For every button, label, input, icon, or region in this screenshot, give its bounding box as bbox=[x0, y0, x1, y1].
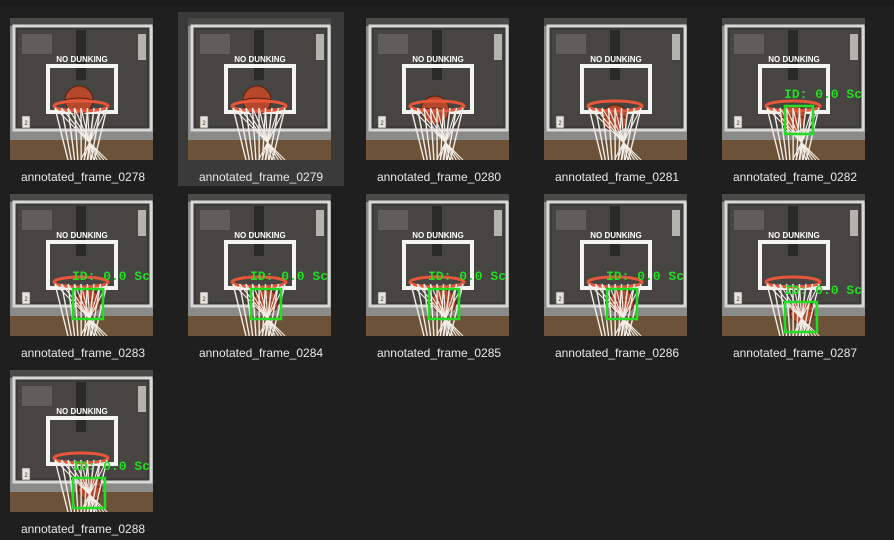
detection-label: ID: 0.0 Sc bbox=[606, 269, 684, 284]
file-name-label: annotated_frame_0285 bbox=[376, 346, 502, 360]
file-thumbnail[interactable]: NO DUNKING 2 ID: 0.0 Sc bbox=[722, 18, 865, 160]
backboard-text: NO DUNKING bbox=[768, 231, 820, 240]
file-item[interactable]: NO DUNKING 2 annotated_frame_0278 bbox=[0, 12, 166, 186]
file-name-label: annotated_frame_0288 bbox=[20, 522, 146, 536]
file-name-label: annotated_frame_0283 bbox=[20, 346, 146, 360]
thumbnail-image: NO DUNKING2 bbox=[366, 18, 509, 160]
thumbnail-image: NO DUNKING2ID: 0.0 Sc bbox=[544, 194, 687, 336]
file-item[interactable]: NO DUNKING 2 ID: 0.0 Sc annotated_frame_028… bbox=[712, 188, 878, 362]
file-name-label: annotated_frame_0287 bbox=[732, 346, 858, 360]
backboard-text: NO DUNKING bbox=[234, 231, 286, 240]
file-item[interactable]: NO DUNKING 2 ID: 0.0 Sc annotated_frame_028… bbox=[0, 364, 166, 538]
backboard-text: NO DUNKING bbox=[56, 231, 108, 240]
detection-label: ID: 0.0 Sc bbox=[784, 283, 862, 298]
file-thumbnail[interactable]: NO DUNKING 2 ID: 0.0 Sc bbox=[366, 194, 509, 336]
file-item[interactable]: NO DUNKING 2 ID: 0.0 Sc annotated_frame_028… bbox=[356, 188, 522, 362]
detection-label: ID: 0.0 Sc bbox=[72, 269, 150, 284]
thumbnail-image: NO DUNKING2 bbox=[188, 18, 331, 160]
backboard-text: NO DUNKING bbox=[590, 231, 642, 240]
backboard-text: NO DUNKING bbox=[56, 407, 108, 416]
file-thumbnail[interactable]: NO DUNKING 2 ID: 0.0 Sc bbox=[722, 194, 865, 336]
thumbnail-image: NO DUNKING2 bbox=[544, 18, 687, 160]
backboard-text: NO DUNKING bbox=[768, 55, 820, 64]
file-item[interactable]: NO DUNKING 2 ID: 0.0 Sc annotated_frame_028… bbox=[178, 188, 344, 362]
file-item[interactable]: NO DUNKING 2 ID: 0.0 Sc annotated_frame_028… bbox=[534, 188, 700, 362]
thumbnail-image: NO DUNKING2 bbox=[10, 18, 153, 160]
file-thumbnail[interactable]: NO DUNKING 2 bbox=[366, 18, 509, 160]
file-item[interactable]: NO DUNKING 2 annotated_frame_0280 bbox=[356, 12, 522, 186]
file-name-label: annotated_frame_0281 bbox=[554, 170, 680, 184]
detection-label: ID: 0.0 Sc bbox=[428, 269, 506, 284]
detection-label: ID: 0.0 Sc bbox=[784, 87, 862, 102]
file-name-label: annotated_frame_0280 bbox=[376, 170, 502, 184]
file-name-label: annotated_frame_0279 bbox=[198, 170, 324, 184]
backboard-text: NO DUNKING bbox=[56, 55, 108, 64]
backboard-text: NO DUNKING bbox=[590, 55, 642, 64]
file-thumbnail[interactable]: NO DUNKING 2 ID: 0.0 Sc bbox=[188, 194, 331, 336]
detection-label: ID: 0.0 Sc bbox=[72, 459, 150, 474]
file-name-label: annotated_frame_0282 bbox=[732, 170, 858, 184]
file-name-label: annotated_frame_0284 bbox=[198, 346, 324, 360]
file-thumbnail[interactable]: NO DUNKING 2 ID: 0.0 Sc bbox=[10, 370, 153, 512]
backboard-text: NO DUNKING bbox=[234, 55, 286, 64]
file-name-label: annotated_frame_0286 bbox=[554, 346, 680, 360]
detection-label: ID: 0.0 Sc bbox=[250, 269, 328, 284]
thumbnail-image: NO DUNKING2ID: 0.0 Sc bbox=[722, 194, 865, 336]
file-thumbnail[interactable]: NO DUNKING 2 bbox=[544, 18, 687, 160]
file-name-label: annotated_frame_0278 bbox=[20, 170, 146, 184]
file-item[interactable]: NO DUNKING 2 annotated_frame_0279 bbox=[178, 12, 344, 186]
thumbnail-image: NO DUNKING2ID: 0.0 Sc bbox=[722, 18, 865, 160]
backboard-text: NO DUNKING bbox=[412, 231, 464, 240]
file-thumbnail[interactable]: NO DUNKING 2 bbox=[188, 18, 331, 160]
file-item[interactable]: NO DUNKING 2 ID: 0.0 Sc annotated_frame_028… bbox=[712, 12, 878, 186]
file-item[interactable]: NO DUNKING 2 annotated_frame_0281 bbox=[534, 12, 700, 186]
thumbnail-image: NO DUNKING2ID: 0.0 Sc bbox=[366, 194, 509, 336]
file-thumbnail[interactable]: NO DUNKING 2 ID: 0.0 Sc bbox=[544, 194, 687, 336]
thumbnail-image: NO DUNKING2ID: 0.0 Sc bbox=[188, 194, 331, 336]
file-item[interactable]: NO DUNKING 2 ID: 0.0 Sc annotated_frame_028… bbox=[0, 188, 166, 362]
thumbnail-grid: NO DUNKING 2 annotated_frame_0278 NO DUNKIN… bbox=[0, 0, 894, 540]
file-thumbnail[interactable]: NO DUNKING 2 bbox=[10, 18, 153, 160]
thumbnail-image: NO DUNKING2ID: 0.0 Sc bbox=[10, 194, 153, 336]
thumbnail-image: NO DUNKING2ID: 0.0 Sc bbox=[10, 370, 153, 512]
backboard-text: NO DUNKING bbox=[412, 55, 464, 64]
file-thumbnail[interactable]: NO DUNKING 2 ID: 0.0 Sc bbox=[10, 194, 153, 336]
